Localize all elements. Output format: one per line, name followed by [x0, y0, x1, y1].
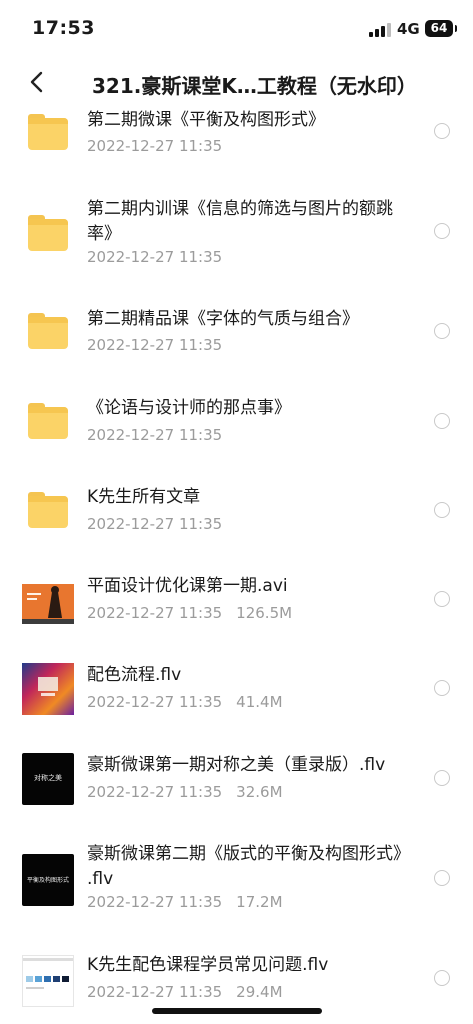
select-radio[interactable] [434, 413, 450, 429]
file-meta: 2022-12-27 11:35 [87, 137, 222, 155]
file-name: 平面设计优化课第一期.avi [87, 576, 288, 596]
file-meta: 2022-12-27 11:35 [87, 426, 222, 444]
file-date: 2022-12-27 11:35 [87, 515, 223, 533]
file-name: K先生所有文章 [87, 487, 201, 507]
select-radio[interactable] [434, 770, 450, 786]
select-radio[interactable] [434, 323, 450, 339]
file-meta: 2022-12-27 11:35 32.6M [87, 783, 283, 801]
file-date: 2022-12-27 11:35 [87, 248, 223, 266]
battery-icon: 64 [425, 20, 457, 37]
file-name: K先生配色课程学员常见问题.flv [87, 955, 329, 975]
file-date: 2022-12-27 11:35 [87, 426, 223, 444]
file-date: 2022-12-27 11:35 [87, 693, 223, 711]
select-radio[interactable] [434, 502, 450, 518]
select-radio[interactable] [434, 970, 450, 986]
folder-icon [28, 492, 68, 528]
file-date: 2022-12-27 11:35 [87, 983, 223, 1001]
video-thumbnail [22, 955, 74, 1007]
file-date: 2022-12-27 11:35 [87, 137, 223, 155]
list-item-folder[interactable]: 第二期内训课《信息的筛选与图片的额跳率》 2022-12-27 11:35 [0, 197, 473, 287]
file-name: 豪斯微课第一期对称之美（重录版）.flv [87, 755, 386, 775]
folder-icon [28, 215, 68, 251]
file-name: 豪斯微课第二期《版式的平衡及构图形式》 .flv [87, 844, 410, 889]
chevron-left-icon [30, 71, 43, 93]
file-date: 2022-12-27 11:35 [87, 783, 223, 801]
list-item-folder[interactable]: 第二期微课《平衡及构图形式》 2022-12-27 11:35 [0, 108, 473, 198]
file-name: 《论语与设计师的那点事》 [87, 398, 291, 418]
folder-icon [28, 313, 68, 349]
file-name: 配色流程.flv [87, 665, 182, 685]
file-size: 41.4M [236, 693, 283, 711]
list-item-video[interactable]: 平衡及构图形式 豪斯微课第二期《版式的平衡及构图形式》 .flv 2022-12… [0, 842, 473, 932]
list-item-folder[interactable]: 第二期精品课《字体的气质与组合》 2022-12-27 11:35 [0, 307, 473, 397]
list-item-folder[interactable]: K先生所有文章 2022-12-27 11:35 [0, 485, 473, 575]
file-size: 32.6M [236, 783, 283, 801]
video-thumbnail: 对称之美 [22, 753, 74, 805]
list-item-folder[interactable]: 《论语与设计师的那点事》 2022-12-27 11:35 [0, 396, 473, 486]
network-type: 4G [397, 20, 420, 38]
file-meta: 2022-12-27 11:35 [87, 248, 222, 266]
select-radio[interactable] [434, 591, 450, 607]
file-name: 第二期内训课《信息的筛选与图片的额跳率》 [87, 199, 393, 244]
file-name: 第二期微课《平衡及构图形式》 [87, 110, 325, 130]
list-item-video[interactable]: 对称之美 豪斯微课第一期对称之美（重录版）.flv 2022-12-27 11:… [0, 753, 473, 843]
back-button[interactable] [24, 66, 52, 98]
file-meta: 2022-12-27 11:35 [87, 336, 222, 354]
file-size: 17.2M [236, 893, 283, 911]
thumbnail-text: 平衡及构图形式 [26, 877, 69, 884]
list-item-video[interactable]: 配色流程.flv 2022-12-27 11:35 41.4M [0, 663, 473, 753]
video-thumbnail [22, 663, 74, 715]
select-radio[interactable] [434, 870, 450, 886]
folder-icon [28, 114, 68, 150]
status-time: 17:53 [32, 17, 95, 39]
folder-icon [28, 403, 68, 439]
thumbnail-text: 对称之美 [34, 774, 62, 782]
home-indicator[interactable] [152, 1008, 322, 1014]
file-date: 2022-12-27 11:35 [87, 336, 223, 354]
file-meta: 2022-12-27 11:35 [87, 515, 222, 533]
file-meta: 2022-12-27 11:35 17.2M [87, 893, 283, 911]
file-size: 29.4M [236, 983, 283, 1001]
page-title: 321.豪斯课堂K…工教程（无水印） [92, 74, 417, 98]
select-radio[interactable] [434, 680, 450, 696]
file-name: 第二期精品课《字体的气质与组合》 [87, 309, 359, 329]
select-radio[interactable] [434, 123, 450, 139]
file-date: 2022-12-27 11:35 [87, 893, 223, 911]
file-size: 126.5M [236, 604, 293, 622]
cellular-signal-icon [369, 23, 391, 37]
video-thumbnail: 平衡及构图形式 [22, 854, 74, 906]
file-meta: 2022-12-27 11:35 126.5M [87, 604, 292, 622]
list-item-video[interactable]: 平面设计优化课第一期.avi 2022-12-27 11:35 126.5M [0, 574, 473, 664]
file-meta: 2022-12-27 11:35 29.4M [87, 983, 283, 1001]
video-thumbnail [22, 578, 74, 630]
select-radio[interactable] [434, 223, 450, 239]
header: 321.豪斯课堂K…工教程（无水印） [0, 58, 473, 108]
file-meta: 2022-12-27 11:35 41.4M [87, 693, 283, 711]
status-bar: 17:53 4G 64 [0, 0, 473, 52]
file-date: 2022-12-27 11:35 [87, 604, 223, 622]
